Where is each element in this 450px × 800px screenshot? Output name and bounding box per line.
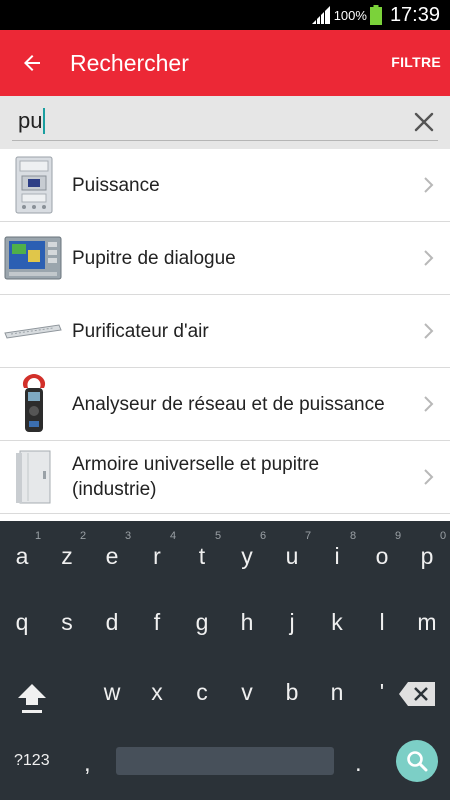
shift-icon	[18, 684, 46, 713]
results-list: Puissance Pupitre de dialogue Purificate…	[0, 149, 450, 514]
key-e[interactable]: e	[92, 543, 132, 570]
page-title: Rechercher	[70, 50, 189, 76]
period-key[interactable]: .	[355, 750, 362, 778]
key-a[interactable]: a	[2, 543, 42, 570]
key-l[interactable]: l	[362, 609, 402, 636]
space-key[interactable]	[116, 747, 334, 775]
key-o[interactable]: o	[362, 543, 402, 570]
comma-key[interactable]: ,	[84, 750, 91, 778]
key-s[interactable]: s	[47, 609, 87, 636]
key-b[interactable]: b	[272, 679, 312, 706]
key-hint: 0	[439, 530, 447, 542]
status-indicators: 100% 17:39	[311, 0, 440, 30]
result-label: Armoire universelle et pupitre (industri…	[72, 454, 320, 500]
key-u[interactable]: u	[272, 543, 312, 570]
key-k[interactable]: k	[317, 609, 357, 636]
key-t[interactable]: t	[182, 543, 222, 570]
key-hint: 3	[124, 530, 132, 542]
backspace-icon	[399, 682, 435, 706]
chevron-right-icon	[424, 396, 434, 412]
result-item-puissance[interactable]: Puissance	[0, 149, 450, 222]
arrow-left-icon	[24, 55, 40, 71]
key-g[interactable]: g	[182, 609, 222, 636]
key-hint: 8	[349, 530, 357, 542]
key-z[interactable]: z	[47, 543, 87, 570]
result-label: Puissance	[72, 174, 160, 196]
status-bar: 100% 17:39	[0, 0, 450, 30]
battery-icon	[369, 5, 382, 25]
circuit-breaker-thumbnail	[5, 154, 63, 216]
filter-button[interactable]: FILTRE	[391, 54, 441, 70]
key-hint: 9	[394, 530, 402, 542]
chevron-right-icon	[424, 177, 434, 193]
battery-percent: 100%	[333, 7, 367, 23]
chevron-right-icon	[424, 323, 434, 339]
key-v[interactable]: v	[227, 679, 267, 706]
back-button[interactable]	[14, 45, 50, 81]
key-i[interactable]: i	[317, 543, 357, 570]
shift-key[interactable]	[14, 679, 50, 715]
key-m[interactable]: m	[407, 609, 447, 636]
key-hint: 6	[259, 530, 267, 542]
key-y[interactable]: y	[227, 543, 267, 570]
chevron-right-icon	[424, 250, 434, 266]
clear-search-button[interactable]	[410, 108, 438, 136]
key-c[interactable]: c	[182, 679, 222, 706]
key-q[interactable]: q	[2, 609, 42, 636]
result-label: Analyseur de réseau et de puissance	[72, 393, 385, 415]
keyboard: 1a2z3e4r5t6y7u8i9o0p qsdfghjklm w x c v b n ' …	[0, 521, 450, 800]
key-d[interactable]: d	[92, 609, 132, 636]
search-bar: pu	[0, 96, 450, 149]
clamp-meter-thumbnail	[5, 373, 63, 435]
cabinet-thumbnail	[5, 446, 63, 508]
clock: 17:39	[389, 3, 440, 26]
result-item-analyseur[interactable]: Analyseur de réseau et de puissance	[0, 368, 450, 441]
search-input[interactable]: pu	[18, 107, 46, 135]
key-hint: 5	[214, 530, 222, 542]
key-hint: 2	[79, 530, 87, 542]
result-label: Pupitre de dialogue	[72, 247, 236, 269]
result-label: Purificateur d'air	[72, 320, 209, 342]
close-icon	[414, 112, 434, 132]
key-n[interactable]: n	[317, 679, 357, 706]
keyboard-search-key[interactable]	[396, 740, 438, 782]
key-hint: 7	[304, 530, 312, 542]
key-r[interactable]: r	[137, 543, 177, 570]
key-h[interactable]: h	[227, 609, 267, 636]
result-item-armoire[interactable]: Armoire universelle et pupitre (industri…	[0, 441, 450, 514]
air-purifier-thumbnail	[3, 300, 63, 362]
key-w[interactable]: w	[92, 679, 132, 706]
result-item-pupitre[interactable]: Pupitre de dialogue	[0, 222, 450, 295]
chevron-right-icon	[424, 469, 434, 485]
key-x[interactable]: x	[137, 679, 177, 706]
search-icon	[407, 751, 428, 772]
key-f[interactable]: f	[137, 609, 177, 636]
text-cursor	[43, 108, 46, 134]
symbols-key[interactable]: ?123	[14, 752, 50, 770]
search-underline	[12, 140, 438, 141]
key-hint: 1	[34, 530, 42, 542]
backspace-key[interactable]	[398, 681, 436, 707]
key-p[interactable]: p	[407, 543, 447, 570]
search-input-value: pu	[18, 108, 43, 133]
result-item-purificateur[interactable]: Purificateur d'air	[0, 295, 450, 368]
key-hint: 4	[169, 530, 177, 542]
app-bar: Rechercher FILTRE	[0, 30, 450, 96]
signal-icon	[311, 6, 330, 24]
key-apostrophe[interactable]: '	[362, 679, 402, 706]
key-j[interactable]: j	[272, 609, 312, 636]
touch-panel-thumbnail	[3, 227, 63, 289]
